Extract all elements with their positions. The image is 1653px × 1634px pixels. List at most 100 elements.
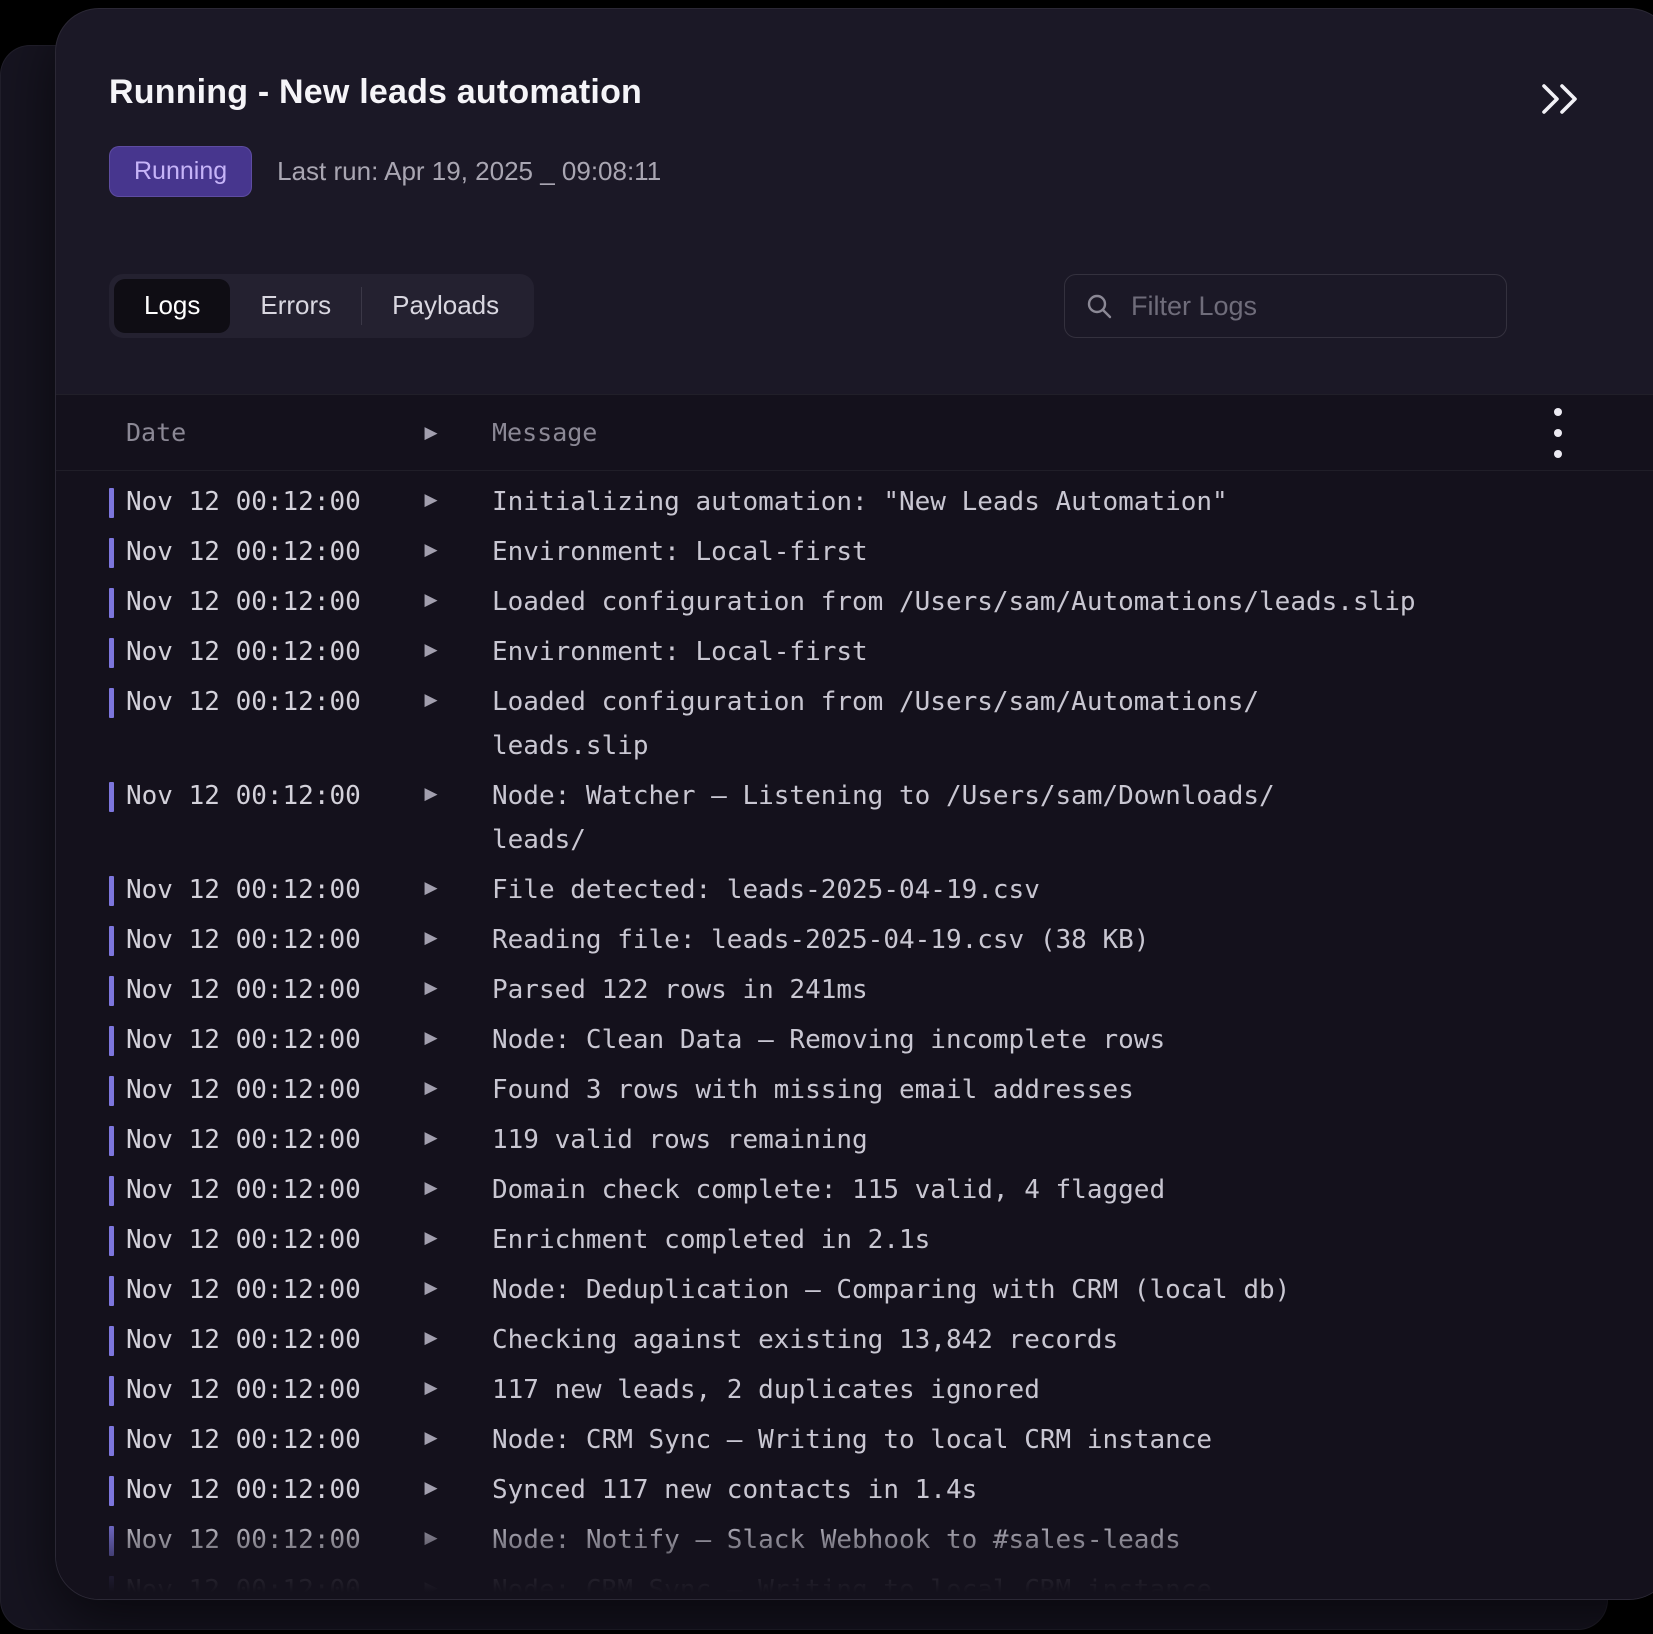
log-row-timestamp: Nov 12 00:12:00 bbox=[126, 1118, 411, 1162]
page-title: Running - New leads automation bbox=[109, 71, 642, 113]
log-row-timestamp: Nov 12 00:12:00 bbox=[126, 1068, 411, 1112]
expand-row-icon[interactable]: ▶ bbox=[411, 630, 451, 674]
tab-payloads[interactable]: Payloads bbox=[362, 279, 529, 332]
log-row[interactable]: Nov 12 00:12:00 ▶ 117 new leads, 2 dupli… bbox=[109, 1365, 1653, 1415]
log-row[interactable]: Nov 12 00:12:00 ▶ Synced 117 new contact… bbox=[109, 1465, 1653, 1515]
log-row-timestamp: Nov 12 00:12:00 bbox=[126, 1018, 411, 1062]
log-accent-bar bbox=[109, 1226, 114, 1256]
log-row[interactable]: Nov 12 00:12:00 ▶ Domain check complete:… bbox=[109, 1165, 1653, 1215]
play-icon: ▶ bbox=[424, 478, 437, 522]
log-accent-bar bbox=[109, 688, 114, 718]
log-row-timestamp: Nov 12 00:12:00 bbox=[126, 1368, 411, 1412]
expand-row-icon[interactable]: ▶ bbox=[411, 968, 451, 1012]
log-row-message: Node: Clean Data — Removing incomplete r… bbox=[492, 1018, 1165, 1062]
log-accent-bar bbox=[109, 538, 114, 568]
log-row-timestamp: Nov 12 00:12:00 bbox=[126, 868, 411, 912]
expand-row-icon[interactable]: ▶ bbox=[411, 1418, 451, 1462]
modal-header: Running - New leads automation Running L… bbox=[56, 9, 1653, 394]
chevrons-right-icon[interactable] bbox=[1536, 79, 1584, 122]
play-icon: ▶ bbox=[424, 1566, 437, 1599]
expand-row-icon[interactable]: ▶ bbox=[411, 580, 451, 624]
log-row[interactable]: Nov 12 00:12:00 ▶ Node: Clean Data — Rem… bbox=[109, 1015, 1653, 1065]
expand-row-icon[interactable]: ▶ bbox=[411, 1268, 451, 1312]
expand-row-icon[interactable]: ▶ bbox=[411, 680, 451, 724]
filter-logs-input[interactable] bbox=[1131, 291, 1486, 322]
play-icon: ▶ bbox=[424, 1116, 437, 1160]
expand-row-icon[interactable]: ▶ bbox=[411, 1168, 451, 1212]
tab-logs[interactable]: Logs bbox=[114, 279, 230, 332]
search-icon bbox=[1085, 292, 1113, 320]
expand-row-icon[interactable]: ▶ bbox=[411, 1118, 451, 1162]
expand-row-icon[interactable]: ▶ bbox=[411, 774, 451, 818]
log-row-timestamp: Nov 12 00:12:00 bbox=[126, 1218, 411, 1262]
column-header-message: Message bbox=[492, 418, 597, 447]
expand-row-icon[interactable]: ▶ bbox=[411, 1368, 451, 1412]
log-row[interactable]: Nov 12 00:12:00 ▶ Node: Notify — Slack W… bbox=[109, 1515, 1653, 1565]
log-row-message: File detected: leads-2025-04-19.csv bbox=[492, 868, 1040, 912]
last-run-timestamp: Last run: Apr 19, 2025 _ 09:08:11 bbox=[277, 156, 661, 187]
log-row-message: Enrichment completed in 2.1s bbox=[492, 1218, 930, 1262]
log-row[interactable]: Nov 12 00:12:00 ▶ Node: Watcher — Listen… bbox=[109, 771, 1653, 865]
expand-row-icon[interactable]: ▶ bbox=[411, 1018, 451, 1062]
log-row[interactable]: Nov 12 00:12:00 ▶ Environment: Local-fir… bbox=[109, 627, 1653, 677]
log-row-message: Checking against existing 13,842 records bbox=[492, 1318, 1118, 1362]
expand-row-icon[interactable]: ▶ bbox=[411, 480, 451, 524]
expand-row-icon[interactable]: ▶ bbox=[411, 918, 451, 962]
play-icon: ▶ bbox=[424, 678, 437, 722]
log-row-message: Loaded configuration from /Users/sam/Aut… bbox=[492, 680, 1259, 768]
status-row: Running Last run: Apr 19, 2025 _ 09:08:1… bbox=[109, 146, 1584, 197]
log-row[interactable]: Nov 12 00:12:00 ▶ Node: CRM Sync — Writi… bbox=[109, 1565, 1653, 1599]
expand-row-icon[interactable]: ▶ bbox=[411, 1068, 451, 1112]
play-icon: ▶ bbox=[424, 1066, 437, 1110]
title-row: Running - New leads automation bbox=[109, 71, 1584, 122]
log-row[interactable]: Nov 12 00:12:00 ▶ Reading file: leads-20… bbox=[109, 915, 1653, 965]
log-row-message: Node: Notify — Slack Webhook to #sales-l… bbox=[492, 1518, 1181, 1562]
log-row[interactable]: Nov 12 00:12:00 ▶ Node: Deduplication — … bbox=[109, 1265, 1653, 1315]
kebab-menu-icon[interactable] bbox=[1548, 402, 1568, 464]
log-accent-bar bbox=[109, 1076, 114, 1106]
log-row-timestamp: Nov 12 00:12:00 bbox=[126, 630, 411, 674]
expand-row-icon[interactable]: ▶ bbox=[411, 1518, 451, 1562]
log-row[interactable]: Nov 12 00:12:00 ▶ File detected: leads-2… bbox=[109, 865, 1653, 915]
log-row-message: Environment: Local-first bbox=[492, 530, 868, 574]
run-details-modal: Running - New leads automation Running L… bbox=[55, 8, 1653, 1600]
log-row[interactable]: Nov 12 00:12:00 ▶ Checking against exist… bbox=[109, 1315, 1653, 1365]
log-accent-bar bbox=[109, 1026, 114, 1056]
log-row-timestamp: Nov 12 00:12:00 bbox=[126, 918, 411, 962]
log-row-message: Parsed 122 rows in 241ms bbox=[492, 968, 868, 1012]
expand-row-icon[interactable]: ▶ bbox=[411, 868, 451, 912]
log-accent-bar bbox=[109, 1476, 114, 1506]
log-row[interactable]: Nov 12 00:12:00 ▶ Environment: Local-fir… bbox=[109, 527, 1653, 577]
log-row[interactable]: Nov 12 00:12:00 ▶ Initializing automatio… bbox=[109, 477, 1653, 527]
log-row-message: Environment: Local-first bbox=[492, 630, 868, 674]
column-header-expand: ▶ bbox=[411, 418, 451, 447]
expand-row-icon[interactable]: ▶ bbox=[411, 1218, 451, 1262]
log-row-timestamp: Nov 12 00:12:00 bbox=[126, 580, 411, 624]
expand-row-icon[interactable]: ▶ bbox=[411, 1318, 451, 1362]
tab-errors[interactable]: Errors bbox=[230, 279, 361, 332]
expand-row-icon[interactable]: ▶ bbox=[411, 530, 451, 574]
log-row[interactable]: Nov 12 00:12:00 ▶ Loaded configuration f… bbox=[109, 577, 1653, 627]
log-row[interactable]: Nov 12 00:12:00 ▶ Loaded configuration f… bbox=[109, 677, 1653, 771]
expand-row-icon[interactable]: ▶ bbox=[411, 1468, 451, 1512]
log-row-timestamp: Nov 12 00:12:00 bbox=[126, 1418, 411, 1462]
log-accent-bar bbox=[109, 1426, 114, 1456]
expand-row-icon[interactable]: ▶ bbox=[411, 1568, 451, 1599]
log-accent-bar bbox=[109, 1126, 114, 1156]
log-row-timestamp: Nov 12 00:12:00 bbox=[126, 680, 411, 724]
play-icon: ▶ bbox=[424, 1016, 437, 1060]
log-accent-bar bbox=[109, 1526, 114, 1556]
log-row[interactable]: Nov 12 00:12:00 ▶ Found 3 rows with miss… bbox=[109, 1065, 1653, 1115]
log-row[interactable]: Nov 12 00:12:00 ▶ Enrichment completed i… bbox=[109, 1215, 1653, 1265]
play-icon: ▶ bbox=[424, 916, 437, 960]
play-icon: ▶ bbox=[424, 423, 437, 443]
play-icon: ▶ bbox=[424, 1516, 437, 1560]
filter-logs-field[interactable] bbox=[1064, 274, 1507, 338]
log-row[interactable]: Nov 12 00:12:00 ▶ Parsed 122 rows in 241… bbox=[109, 965, 1653, 1015]
play-icon: ▶ bbox=[424, 966, 437, 1010]
log-accent-bar bbox=[109, 926, 114, 956]
log-row-timestamp: Nov 12 00:12:00 bbox=[126, 480, 411, 524]
log-table: Date ▶ Message Nov 12 00:12:00 ▶ Initial… bbox=[56, 394, 1653, 1599]
log-row[interactable]: Nov 12 00:12:00 ▶ 119 valid rows remaini… bbox=[109, 1115, 1653, 1165]
log-row[interactable]: Nov 12 00:12:00 ▶ Node: CRM Sync — Writi… bbox=[109, 1415, 1653, 1465]
